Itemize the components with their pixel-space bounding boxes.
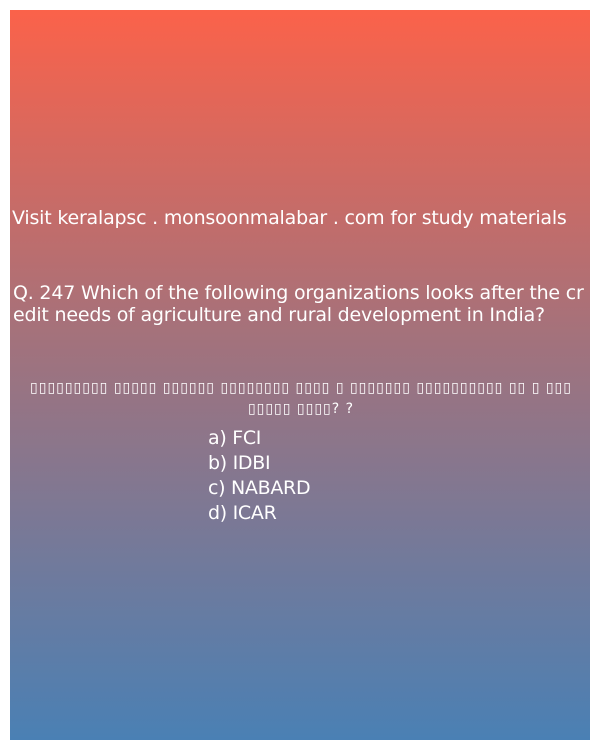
question-card: Visit keralapsc . monsoonmalabar . com f…	[10, 10, 590, 740]
option-c: c) NABARD	[208, 477, 311, 499]
answer-options: a) FCI b) IDBI c) NABARD d) ICAR	[208, 426, 311, 526]
site-promo-text: Visit keralapsc . monsoonmalabar . com f…	[12, 207, 567, 229]
option-a: a) FCI	[208, 427, 262, 449]
option-b: b) IDBI	[208, 452, 271, 474]
question-text: Q. 247 Which of the following organizati…	[13, 282, 584, 326]
option-d: d) ICAR	[208, 502, 277, 524]
malayalam-question-text: ▯▯▯▯▯▯▯▯▯ ▯▯▯▯▯ ▯▯▯▯▯▯ ▯▯▯▯▯▯▯▯ ▯▯▯▯ ▯ ▯…	[30, 380, 572, 417]
